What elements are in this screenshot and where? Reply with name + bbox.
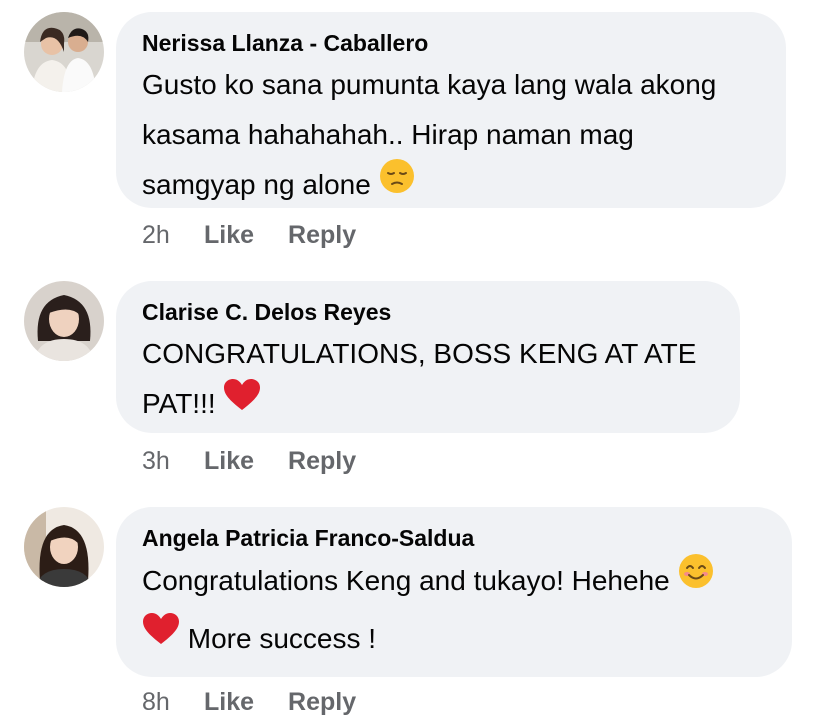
comment-line: PAT!!!	[142, 388, 216, 419]
comment-text: CONGRATULATIONS, BOSS KENG AT ATE PAT!!!	[142, 329, 714, 431]
comment-actions: 3h Like Reply	[142, 447, 356, 476]
comment-line: More success !	[187, 622, 377, 654]
comment-actions: 8h Like Reply	[142, 688, 356, 717]
pensive-face-emoji	[379, 158, 415, 210]
comment-timestamp[interactable]: 8h	[142, 688, 192, 717]
comment-line: samgyap ng alone	[142, 169, 371, 200]
avatar[interactable]	[24, 507, 104, 587]
comment-line: Congratulations Keng and tukayo! Hehehe	[142, 565, 670, 596]
comment-bubble: Clarise C. Delos Reyes CONGRATULATIONS, …	[116, 281, 740, 433]
comment-bubble: Nerissa Llanza - Caballero Gusto ko sana…	[116, 12, 786, 208]
comment-timestamp[interactable]: 2h	[142, 221, 192, 250]
reply-button[interactable]: Reply	[288, 447, 356, 476]
comment-text: Gusto ko sana pumunta kaya lang wala ako…	[142, 60, 760, 213]
comment-line: CONGRATULATIONS, BOSS KENG AT ATE	[142, 338, 697, 369]
reply-button[interactable]: Reply	[288, 688, 356, 717]
comment-timestamp[interactable]: 3h	[142, 447, 192, 476]
comment-line: Gusto ko sana pumunta kaya lang wala ako…	[142, 69, 717, 100]
avatar[interactable]	[24, 281, 104, 361]
like-button[interactable]: Like	[204, 221, 254, 250]
smiling-face-emoji	[678, 552, 714, 608]
avatar[interactable]	[24, 12, 104, 92]
comment-text: Congratulations Keng and tukayo! Hehehe …	[142, 553, 766, 668]
reply-button[interactable]: Reply	[288, 221, 356, 250]
red-heart-emoji	[142, 609, 180, 665]
comment-actions: 2h Like Reply	[142, 221, 356, 250]
like-button[interactable]: Like	[204, 688, 254, 717]
like-button[interactable]: Like	[204, 447, 254, 476]
red-heart-emoji	[223, 378, 261, 428]
comment-bubble: Angela Patricia Franco-Saldua Congratula…	[116, 507, 792, 677]
comment-author[interactable]: Clarise C. Delos Reyes	[142, 297, 714, 327]
comment-author[interactable]: Nerissa Llanza - Caballero	[142, 28, 760, 58]
comment-line: kasama hahahahah.. Hirap naman mag	[142, 119, 634, 150]
comment-author[interactable]: Angela Patricia Franco-Saldua	[142, 523, 766, 553]
